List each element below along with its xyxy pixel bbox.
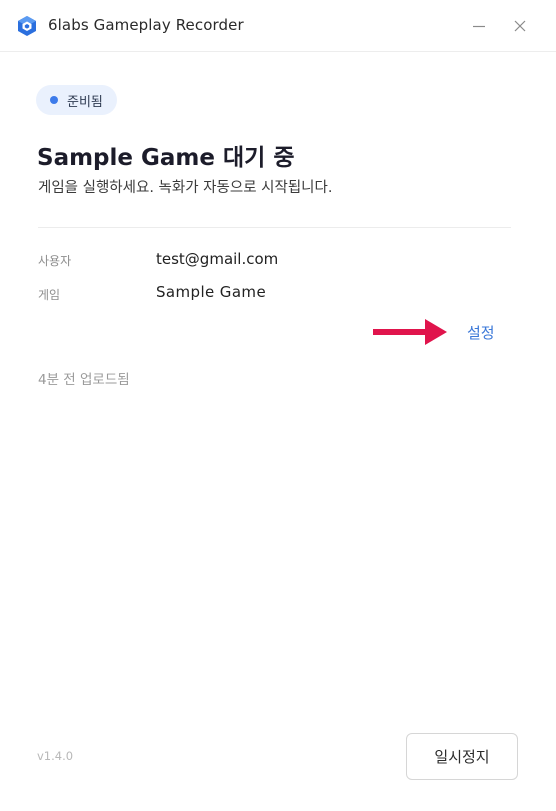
page-title: Sample Game 대기 중 (37, 138, 294, 172)
close-icon (514, 20, 526, 32)
status-label: 준비됨 (67, 94, 103, 110)
pause-button[interactable]: 일시정지 (406, 733, 518, 780)
window-title: 6labs Gameplay Recorder (48, 16, 244, 34)
arrow-right-icon (373, 319, 447, 345)
game-value: Sample Game (156, 283, 267, 301)
user-label: 사용자 (38, 254, 72, 268)
status-dot-icon (50, 96, 58, 104)
settings-link[interactable]: 설정 (467, 322, 495, 343)
minimize-icon (473, 25, 485, 28)
status-badge: 준비됨 (36, 85, 117, 115)
app-window: 6labs Gameplay Recorder 준비됨 Sample Game … (0, 0, 556, 811)
user-value: test@gmail.com (156, 250, 279, 268)
page-subtitle: 게임을 실행하세요. 녹화가 자동으로 시작됩니다. (38, 180, 333, 196)
app-logo-icon (18, 16, 36, 36)
game-label: 게임 (38, 288, 61, 302)
minimize-button[interactable] (467, 14, 491, 38)
close-button[interactable] (508, 14, 532, 38)
divider (38, 227, 511, 228)
heading-game-name: Sample Game (37, 145, 215, 171)
heading-suffix: 대기 중 (214, 145, 295, 171)
title-bar: 6labs Gameplay Recorder (0, 0, 556, 52)
app-version: v1.4.0 (37, 749, 74, 763)
upload-status: 4분 전 업로드됨 (38, 372, 130, 388)
